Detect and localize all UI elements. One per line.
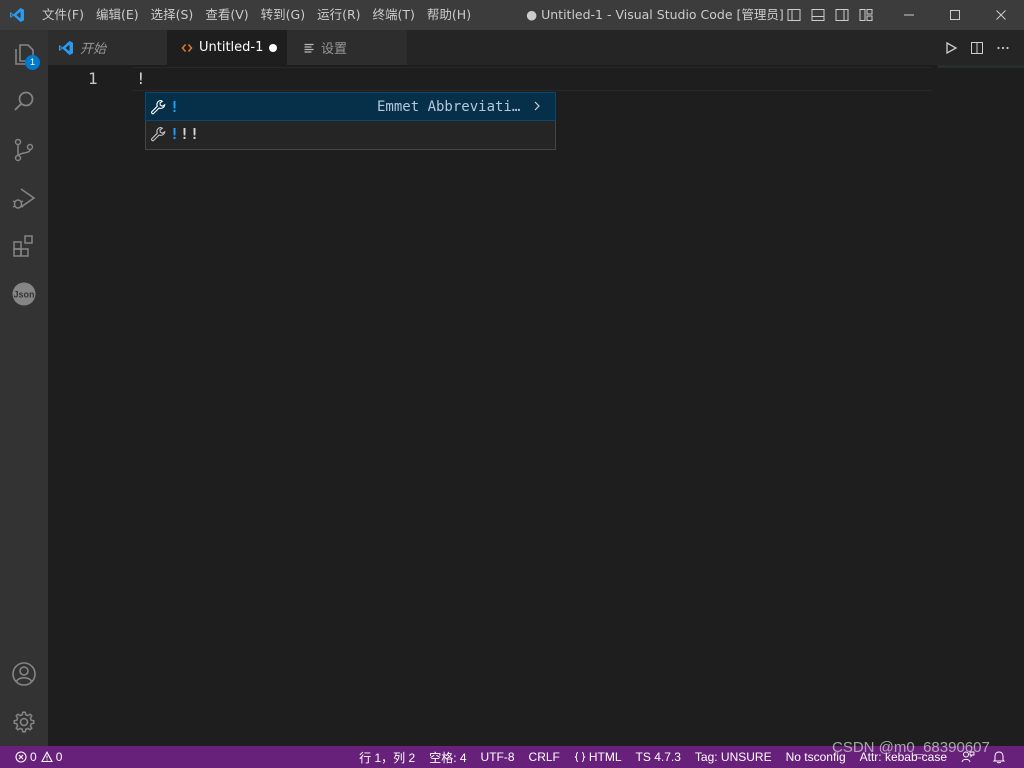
menu-edit[interactable]: 编辑(E) — [90, 0, 145, 30]
suggest-label-match: ! — [170, 124, 181, 143]
encoding[interactable]: UTF-8 — [474, 746, 522, 768]
menu-go[interactable]: 转到(G) — [255, 0, 311, 30]
menu-run[interactable]: 运行(R) — [311, 0, 366, 30]
json-icon[interactable]: Json — [0, 270, 48, 318]
maximize-icon[interactable] — [932, 0, 978, 30]
settings-lines-icon — [304, 43, 314, 53]
toggle-panel-icon[interactable] — [806, 0, 830, 30]
customize-layout-icon[interactable] — [854, 0, 878, 30]
tab-bar: 开始 Untitled-1 设置 — [48, 30, 1024, 65]
tab-welcome[interactable]: 开始 — [48, 30, 167, 65]
editor-area[interactable]: 1 ! — [48, 65, 1024, 746]
toggle-primary-sidebar-icon[interactable] — [782, 0, 806, 30]
activity-bar: 1 Json — [0, 30, 48, 746]
tab-welcome-label: 开始 — [80, 42, 107, 57]
line-number: 1 — [88, 69, 98, 88]
source-control-icon[interactable] — [0, 126, 48, 174]
wrench-icon — [146, 120, 170, 147]
braces-icon — [574, 752, 586, 762]
suggest-label: ! — [170, 97, 181, 116]
extensions-icon[interactable] — [0, 222, 48, 270]
manage-gear-icon[interactable] — [0, 698, 48, 746]
warning-icon — [40, 751, 53, 763]
vscode-logo-icon — [59, 40, 73, 55]
tab-untitled-label: Untitled-1 — [199, 40, 264, 55]
vscode-logo-icon — [0, 0, 34, 30]
explorer-icon[interactable]: 1 — [0, 30, 48, 78]
indentation[interactable]: 空格: 4 — [422, 746, 473, 768]
json-label: Json — [13, 290, 34, 300]
wrench-icon — [146, 93, 170, 120]
explorer-badge: 1 — [25, 55, 40, 70]
menu-bar: 文件(F) 编辑(E) 选择(S) 查看(V) 转到(G) 运行(R) 终端(T… — [36, 0, 477, 30]
tab-settings[interactable]: 设置 — [287, 30, 407, 65]
tab-untitled-1[interactable]: Untitled-1 — [167, 30, 287, 65]
menu-file[interactable]: 文件(F) — [36, 0, 90, 30]
run-debug-icon[interactable] — [0, 174, 48, 222]
end-of-line[interactable]: CRLF — [522, 746, 567, 768]
code-line[interactable]: ! — [136, 69, 146, 88]
window-title: ● Untitled-1 - Visual Studio Code [管理员] — [526, 7, 784, 22]
split-editor-icon[interactable] — [964, 30, 990, 65]
search-icon[interactable] — [0, 78, 48, 126]
read-more-icon[interactable] — [530, 96, 544, 116]
suggest-item-selected[interactable]: ! Emmet Abbreviati… — [145, 92, 556, 121]
accounts-icon[interactable] — [0, 650, 48, 698]
suggest-label-rest: !! — [180, 124, 201, 143]
ts-version[interactable]: TS 4.7.3 — [629, 746, 688, 768]
run-play-icon[interactable] — [938, 30, 964, 65]
menu-terminal[interactable]: 终端(T) — [367, 0, 421, 30]
current-line-highlight — [132, 67, 932, 91]
error-count: 0 — [30, 750, 37, 764]
toggle-secondary-sidebar-icon[interactable] — [830, 0, 854, 30]
menu-selection[interactable]: 选择(S) — [145, 0, 200, 30]
problems-indicator[interactable]: 0 0 — [8, 746, 69, 768]
suggest-item[interactable]: !!! — [146, 120, 555, 147]
language-mode[interactable]: HTML — [567, 746, 629, 768]
title-bar: 文件(F) 编辑(E) 选择(S) 查看(V) 转到(G) 运行(R) 终端(T… — [0, 0, 1024, 30]
suggest-widget: ! Emmet Abbreviati… !!! — [145, 92, 556, 150]
menu-view[interactable]: 查看(V) — [199, 0, 254, 30]
error-icon — [15, 751, 27, 763]
tab-settings-label: 设置 — [321, 42, 348, 57]
cursor-position[interactable]: 行 1，列 2 — [352, 746, 422, 768]
html-brackets-icon — [181, 43, 193, 52]
menu-help[interactable]: 帮助(H) — [421, 0, 477, 30]
warning-count: 0 — [55, 750, 63, 764]
minimize-icon[interactable] — [886, 0, 932, 30]
suggest-detail: Emmet Abbreviati… — [377, 98, 521, 115]
tag-case[interactable]: Tag: UNSURE — [688, 746, 779, 768]
watermark: CSDN @m0_68390607 — [832, 739, 990, 756]
close-icon[interactable] — [978, 0, 1024, 30]
language-label: HTML — [588, 750, 622, 764]
minimap-slider[interactable] — [938, 65, 1024, 68]
unsaved-dot-icon[interactable] — [269, 44, 277, 52]
more-actions-icon[interactable] — [990, 30, 1016, 65]
